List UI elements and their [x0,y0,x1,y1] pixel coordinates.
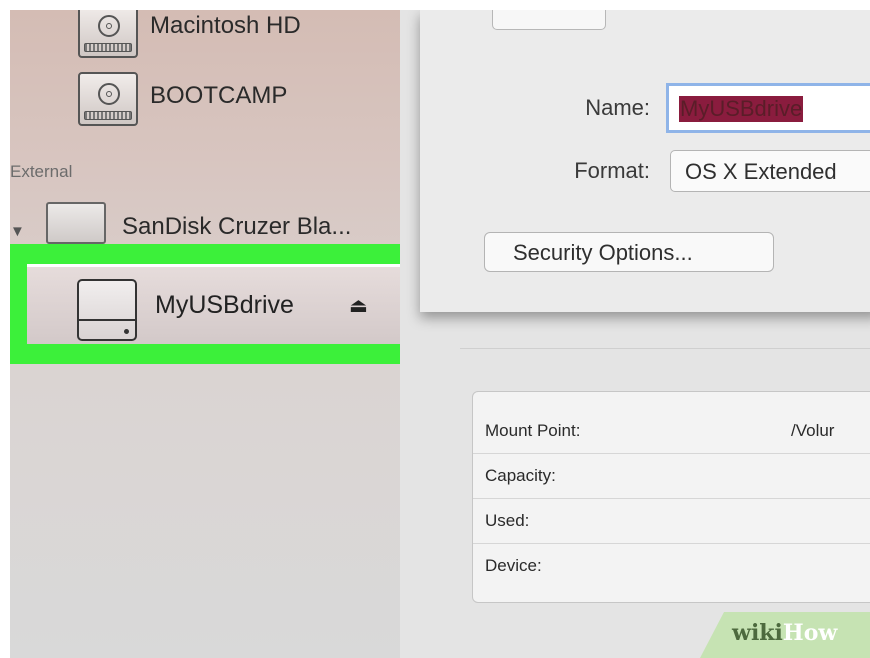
hard-drive-icon [78,72,138,126]
table-row: Used: [473,498,870,544]
sidebar-item-sandisk[interactable]: SanDisk Cruzer Bla... [122,213,351,241]
sidebar: Macintosh HD BOOTCAMP External ▼ SanDisk… [10,10,422,658]
info-key: Capacity: [485,466,556,485]
external-drive-icon [46,202,106,244]
info-key: Used: [485,511,530,530]
selection-highlight: MyUSBdrive ⏏ [10,244,422,364]
format-label: Format: [574,158,650,183]
sidebar-item-label: MyUSBdrive [155,291,294,319]
watermark-text: wikiHow [732,620,838,646]
info-value: /Volur [791,421,835,440]
security-options-button[interactable]: Security Options... [484,232,774,272]
name-label: Name: [585,95,650,120]
hard-drive-icon [78,10,138,58]
format-select-value: OS X Extended [685,159,837,184]
table-row: Mount Point: /Volur [473,408,870,454]
info-key: Device: [485,556,542,575]
format-select[interactable]: OS X Extended [670,150,870,192]
info-table: Mount Point: /Volur Capacity: Used: Devi… [472,391,870,603]
name-field[interactable]: MyUSBdrive [666,83,870,133]
sidebar-item-macintosh-hd[interactable]: Macintosh HD [150,12,301,40]
security-options-label: Security Options... [513,240,693,265]
sidebar-item-label: BOOTCAMP [150,82,288,109]
dialog-top-button[interactable] [492,10,606,30]
wikihow-watermark: wikiHow [700,612,870,658]
erase-dialog: Name: MyUSBdrive Format: OS X Extended S… [420,10,870,312]
main-panel: Name: MyUSBdrive Format: OS X Extended S… [400,10,870,658]
divider [460,348,870,349]
sidebar-item-label: Macintosh HD [150,12,301,39]
sidebar-section-external: External [10,162,73,181]
sidebar-item-bootcamp[interactable]: BOOTCAMP [150,82,287,110]
disk-utility-window: Macintosh HD BOOTCAMP External ▼ SanDisk… [10,10,870,658]
usb-drive-icon [77,279,137,341]
eject-icon[interactable]: ⏏ [349,293,368,318]
name-field-value: MyUSBdrive [679,96,804,122]
table-row: Capacity: [473,453,870,499]
disclosure-triangle-icon[interactable]: ▼ [10,223,25,240]
info-key: Mount Point: [485,421,581,440]
table-row: Device: [473,543,870,588]
sidebar-item-myusbdrive[interactable]: MyUSBdrive ⏏ [27,264,405,344]
